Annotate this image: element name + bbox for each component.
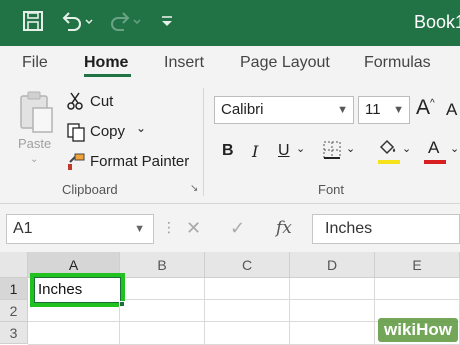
row-header-3[interactable]: 3	[0, 322, 28, 344]
column-header-c[interactable]: C	[205, 252, 290, 278]
tab-insert[interactable]: Insert	[164, 54, 204, 72]
fill-handle[interactable]	[119, 301, 125, 307]
underline-button[interactable]: U	[278, 142, 290, 160]
shrink-font-button[interactable]: A	[446, 100, 457, 120]
font-name-value: Calibri	[221, 101, 264, 118]
font-size-value: 11	[365, 101, 381, 118]
enter-icon[interactable]: ✓	[230, 218, 245, 239]
more-icon[interactable]: ⋮	[162, 220, 176, 234]
paste-button[interactable]	[18, 90, 54, 139]
selection-highlight: Inches	[30, 273, 125, 307]
shrink-font-letter: A	[446, 100, 458, 119]
fill-color-chevron-icon[interactable]: ⌄	[402, 142, 411, 155]
grow-font-button[interactable]: A^	[416, 96, 435, 120]
tab-formulas[interactable]: Formulas	[364, 54, 431, 72]
chevron-down-icon: ▼	[134, 223, 145, 235]
fill-color-icon[interactable]	[376, 138, 398, 162]
borders-chevron-icon[interactable]: ⌄	[346, 142, 355, 155]
row-header-1[interactable]: 1	[0, 278, 28, 300]
font-group-label: Font	[318, 182, 345, 197]
paste-label: Paste	[18, 136, 52, 151]
cell-c3[interactable]	[205, 322, 290, 345]
save-icon[interactable]	[22, 10, 44, 38]
cut-icon[interactable]	[66, 92, 84, 114]
font-color-swatch	[424, 160, 446, 164]
cell-d2[interactable]	[290, 300, 375, 322]
group-separator	[203, 88, 204, 196]
tab-page-layout[interactable]: Page Layout	[240, 54, 330, 72]
clipboard-launcher-icon[interactable]: ↘	[190, 183, 198, 194]
tab-home[interactable]: Home	[84, 54, 128, 72]
redo-icon[interactable]	[108, 10, 142, 38]
cell-b3[interactable]	[120, 322, 205, 345]
fill-color-swatch	[378, 160, 400, 164]
insert-function-button[interactable]: fx	[276, 218, 292, 238]
copy-icon[interactable]	[66, 122, 86, 146]
ribbon-tabs: File Home Insert Page Layout Formulas	[0, 46, 460, 80]
select-all-corner[interactable]	[0, 252, 28, 278]
row-header-2[interactable]: 2	[0, 300, 28, 322]
clipboard-group-label: Clipboard	[62, 182, 118, 197]
column-header-d[interactable]: D	[290, 252, 375, 278]
cell-a3[interactable]	[28, 322, 120, 345]
name-box-value: A1	[13, 220, 33, 237]
window-title: Book1	[414, 12, 460, 32]
active-tab-indicator	[84, 74, 131, 77]
title-bar: Book1	[0, 0, 460, 46]
tab-file[interactable]: File	[22, 54, 48, 72]
font-size-select[interactable]: 11 ▼	[358, 96, 410, 124]
cell-e1[interactable]	[375, 278, 460, 300]
formula-input[interactable]: Inches	[312, 214, 460, 244]
cell-a1[interactable]: Inches	[34, 277, 121, 303]
italic-button[interactable]: I	[252, 142, 258, 161]
undo-icon[interactable]	[60, 10, 94, 38]
format-painter-icon[interactable]	[66, 152, 86, 176]
cell-c1[interactable]	[205, 278, 290, 300]
paste-chevron-icon[interactable]: ⌄	[30, 154, 38, 165]
cut-button[interactable]: Cut	[90, 93, 113, 110]
cell-b1[interactable]	[120, 278, 205, 300]
ribbon: Paste ⌄ Cut Copy ⌄ Format Painter Clipbo…	[0, 80, 460, 204]
chevron-down-icon: ▼	[337, 104, 348, 116]
font-name-select[interactable]: Calibri ▼	[214, 96, 354, 124]
cell-d1[interactable]	[290, 278, 375, 300]
borders-icon[interactable]	[322, 140, 342, 164]
column-header-e[interactable]: E	[375, 252, 460, 278]
name-box[interactable]: A1 ▼	[6, 214, 154, 244]
font-color-chevron-icon[interactable]: ⌄	[450, 142, 459, 155]
chevron-down-icon: ▼	[393, 104, 404, 116]
cancel-icon[interactable]: ✕	[186, 218, 201, 239]
grow-font-letter: A	[416, 96, 431, 119]
cell-b2[interactable]	[120, 300, 205, 322]
format-painter-button[interactable]: Format Painter	[90, 153, 189, 170]
cell-c2[interactable]	[205, 300, 290, 322]
copy-chevron-icon[interactable]: ⌄	[136, 121, 146, 135]
font-color-button[interactable]: A	[428, 138, 439, 158]
column-header-b[interactable]: B	[120, 252, 205, 278]
formula-bar: A1 ▼ ⋮ ✕ ✓ fx Inches	[0, 204, 460, 252]
bold-button[interactable]: B	[222, 142, 234, 160]
underline-chevron-icon[interactable]: ⌄	[296, 142, 305, 155]
copy-button[interactable]: Copy	[90, 123, 125, 140]
cell-d3[interactable]	[290, 322, 375, 345]
customize-qat-icon[interactable]	[160, 10, 174, 38]
wikihow-watermark: wikiHow	[378, 318, 459, 342]
